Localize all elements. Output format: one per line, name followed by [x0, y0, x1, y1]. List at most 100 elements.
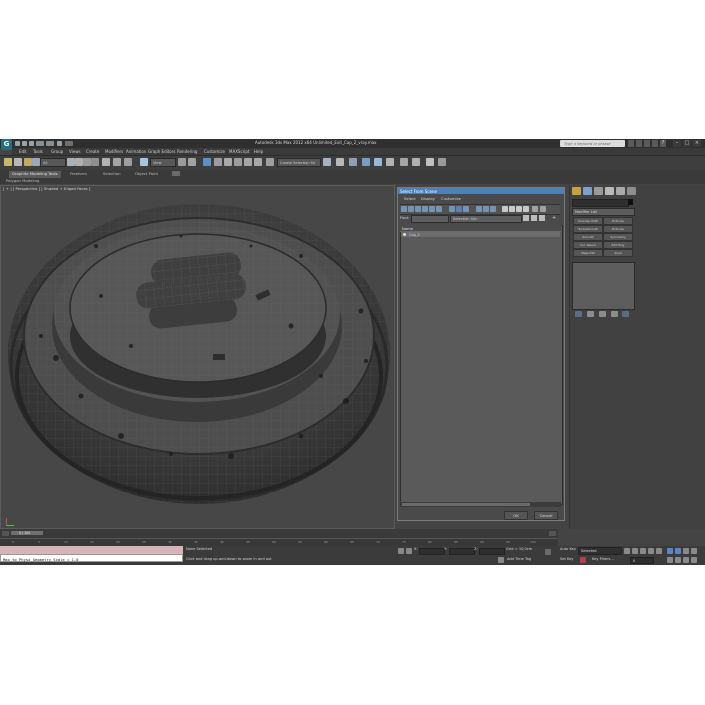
filter-icon[interactable]	[532, 206, 538, 212]
select-manipulate-icon[interactable]	[140, 158, 148, 166]
time-slider[interactable]: 0 / 100	[11, 531, 43, 535]
save-file-icon[interactable]	[29, 141, 34, 146]
key-filters-button[interactable]: Key Filters...	[592, 557, 614, 562]
goto-end-icon[interactable]	[656, 548, 662, 554]
graphite-toggle-icon[interactable]	[336, 158, 344, 166]
minimize-button[interactable]: –	[673, 140, 681, 147]
menu-create[interactable]: Create	[86, 150, 99, 154]
keyboard-shortcut-override-icon[interactable]	[188, 158, 196, 166]
modifier-button[interactable]: MapUVW	[573, 249, 603, 257]
modifier-button[interactable]: Shell	[603, 249, 633, 257]
schematic-view-icon[interactable]	[362, 158, 370, 166]
tab-freeform[interactable]: Freeform	[70, 172, 87, 178]
select-none-icon[interactable]	[509, 206, 515, 212]
set-key-icon[interactable]	[580, 557, 586, 563]
display-lights-icon[interactable]	[415, 206, 421, 212]
tab-object-paint[interactable]: Object Paint	[135, 172, 158, 178]
name-column-header[interactable]: Name	[400, 225, 561, 232]
cancel-button[interactable]: Cancel	[534, 511, 558, 520]
align-icon[interactable]	[266, 158, 274, 166]
object-name-field[interactable]	[572, 199, 629, 207]
mirror-icon[interactable]	[254, 158, 262, 166]
named-selection-sets-select[interactable]: Create Selection Se	[277, 158, 321, 167]
play-icon[interactable]	[640, 548, 646, 554]
favorites-icon[interactable]	[652, 140, 658, 147]
adaptive-degradation-icon[interactable]	[545, 549, 551, 555]
undo-toolbar-icon[interactable]	[4, 158, 12, 166]
scrollbar-thumb[interactable]	[402, 503, 530, 506]
modifier-list-select[interactable]: Modifier List	[572, 208, 635, 216]
menu-customize[interactable]: Customize	[204, 150, 225, 154]
menu-graph-editors[interactable]: Graph Editors	[148, 150, 175, 154]
move-icon[interactable]	[102, 158, 110, 166]
display-none-icon[interactable]	[483, 206, 489, 212]
undo-icon[interactable]	[36, 141, 44, 146]
maximize-button[interactable]: □	[683, 140, 691, 147]
pin-stack-icon[interactable]	[575, 311, 582, 317]
list-item[interactable]: Cap_2	[401, 232, 560, 237]
current-frame-field[interactable]: 0	[630, 557, 654, 564]
pan-view-icon[interactable]	[675, 557, 681, 563]
time-slider-next-icon[interactable]	[549, 531, 556, 536]
previous-frame-icon[interactable]	[632, 548, 638, 554]
render-activeshade-icon[interactable]	[438, 158, 446, 166]
field-of-view-icon[interactable]	[667, 557, 673, 563]
modify-tab-icon[interactable]	[583, 187, 592, 195]
zoom-extents-all-icon[interactable]	[691, 548, 697, 554]
pivot-point-icon[interactable]	[178, 158, 186, 166]
edit-selection-set-icon[interactable]	[531, 215, 537, 221]
app-logo-icon[interactable]: G	[1, 139, 12, 150]
configure-modifier-sets-icon[interactable]	[622, 311, 629, 317]
modifier-button[interactable]: Edit Poly	[603, 241, 633, 249]
modifier-stack[interactable]	[572, 262, 635, 310]
menu-animation[interactable]: Animation	[126, 150, 146, 154]
remove-modifier-icon[interactable]	[611, 311, 618, 317]
perspective-viewport[interactable]	[0, 185, 395, 529]
display-bones-icon[interactable]	[463, 206, 469, 212]
add-time-tag[interactable]: Add Time Tag	[507, 557, 531, 562]
invert-display-icon[interactable]	[490, 206, 496, 212]
dialog-menu-select[interactable]: Select	[404, 197, 416, 201]
display-groups-icon[interactable]	[449, 206, 455, 212]
tab-graphite-modeling-tools[interactable]: Graphite Modeling Tools	[9, 171, 61, 178]
material-editor-icon[interactable]	[374, 158, 382, 166]
modifier-button[interactable]: TurboSmooth	[573, 225, 603, 233]
select-by-name-icon[interactable]	[75, 158, 83, 166]
modifier-button[interactable]: Vol. Select	[573, 241, 603, 249]
modifier-button[interactable]: Smooth	[573, 233, 603, 241]
hierarchy-tab-icon[interactable]	[594, 187, 603, 195]
rectangular-selection-icon[interactable]	[83, 158, 91, 166]
selection-filter-select[interactable]: All	[40, 158, 66, 167]
communication-center-icon[interactable]	[644, 140, 650, 147]
rotate-icon[interactable]	[113, 158, 121, 166]
expand-icon[interactable]: +	[552, 215, 558, 221]
subscription-icon[interactable]	[636, 140, 642, 147]
display-cameras-icon[interactable]	[422, 206, 428, 212]
modifier-button[interactable]: Unwrap UVW	[573, 217, 603, 225]
window-crossing-icon[interactable]	[91, 158, 99, 166]
menu-views[interactable]: Views	[69, 150, 81, 154]
modifier-button[interactable]: Extrude	[603, 217, 633, 225]
make-unique-icon[interactable]	[599, 311, 606, 317]
display-space-warps-icon[interactable]	[436, 206, 442, 212]
display-tab-icon[interactable]	[616, 187, 625, 195]
menu-tools[interactable]: Tools	[33, 150, 43, 154]
rendered-frame-window-icon[interactable]	[400, 158, 408, 166]
key-mode-select[interactable]: Selected	[578, 547, 622, 555]
next-frame-icon[interactable]	[648, 548, 654, 554]
find-input[interactable]	[411, 215, 449, 223]
edit-named-selection-icon[interactable]	[244, 158, 252, 166]
modifier-button[interactable]: Symmetry	[603, 233, 633, 241]
menu-help[interactable]: Help	[254, 150, 263, 154]
angle-snap-icon[interactable]	[214, 158, 222, 166]
display-xrefs-icon[interactable]	[456, 206, 462, 212]
show-end-result-icon[interactable]	[587, 311, 594, 317]
open-mini-curve-editor-icon[interactable]	[2, 531, 9, 536]
selection-set-select[interactable]: Selection Set:	[450, 215, 522, 223]
menu-group[interactable]: Group	[51, 150, 63, 154]
select-all-icon[interactable]	[502, 206, 508, 212]
z-coordinate-field[interactable]	[479, 548, 505, 555]
redo-toolbar-icon[interactable]	[14, 158, 22, 166]
render-iterative-icon[interactable]	[426, 158, 434, 166]
tab-selection[interactable]: Selection	[103, 172, 121, 178]
